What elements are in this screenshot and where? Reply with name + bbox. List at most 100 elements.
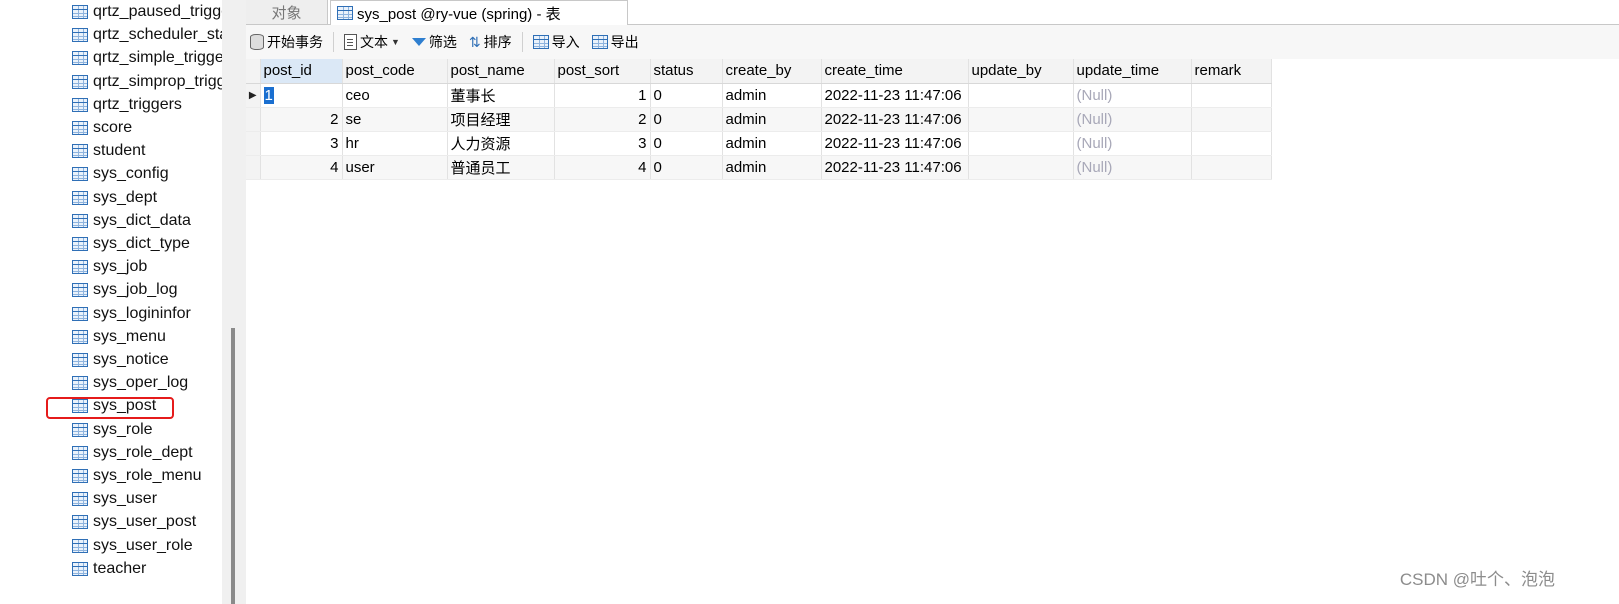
cell-post-name[interactable]: 项目经理 (447, 107, 555, 132)
column-header-post-id[interactable]: post_id (260, 59, 343, 84)
table-icon (72, 538, 88, 553)
cell-status[interactable]: 0 (650, 107, 723, 132)
cell-update-time[interactable]: (Null) (1073, 131, 1192, 156)
cell-post-name[interactable]: 董事长 (447, 83, 555, 108)
sidebar-item-sys-dict-data[interactable]: sys_dict_data (72, 209, 191, 233)
cell-create-by[interactable]: admin (722, 131, 822, 156)
sidebar-item-sys-job-log[interactable]: sys_job_log (72, 278, 178, 302)
cell-remark[interactable] (1191, 131, 1272, 156)
sidebar-item-score[interactable]: score (72, 116, 132, 140)
cell-post-id[interactable]: 4 (260, 155, 343, 180)
table-row[interactable]: 4 user 普通员工 4 0 admin 2022-11-23 11:47:06 (Null… (246, 155, 1272, 180)
sidebar-item-sys-menu[interactable]: sys_menu (72, 325, 166, 349)
cell-create-time[interactable]: 2022-11-23 11:47:06 (821, 131, 969, 156)
table-row[interactable]: 3 hr 人力资源 3 0 admin 2022-11-23 11:47:06 (Null) (246, 131, 1272, 156)
table-icon (72, 260, 88, 275)
cell-post-code[interactable]: se (342, 107, 448, 132)
column-header-post-sort[interactable]: post_sort (554, 59, 651, 84)
cell-create-time[interactable]: 2022-11-23 11:47:06 (821, 107, 969, 132)
column-header-create-time[interactable]: create_time (821, 59, 969, 84)
sidebar-item-sys-role-dept[interactable]: sys_role_dept (72, 441, 193, 465)
row-header[interactable] (246, 131, 261, 156)
row-header[interactable] (246, 155, 261, 180)
column-header-create-by[interactable]: create_by (722, 59, 822, 84)
sidebar-item-label: qrtz_paused_trigge (93, 3, 230, 20)
sidebar-item-student[interactable]: student (72, 139, 145, 163)
cell-update-time[interactable]: (Null) (1073, 155, 1192, 180)
cell-post-code[interactable]: user (342, 155, 448, 180)
import-button[interactable]: 导入 (529, 30, 584, 54)
cell-post-id[interactable]: 3 (260, 131, 343, 156)
sidebar-item-qrtz-simprop-trigg[interactable]: qrtz_simprop_trigg (72, 70, 226, 94)
cell-post-sort[interactable]: 4 (554, 155, 651, 180)
column-header-status[interactable]: status (650, 59, 723, 84)
sidebar-item-sys-oper-log[interactable]: sys_oper_log (72, 371, 188, 395)
cell-create-by[interactable]: admin (722, 155, 822, 180)
cell-status[interactable]: 0 (650, 131, 723, 156)
cell-post-sort[interactable]: 3 (554, 131, 651, 156)
cell-post-sort[interactable]: 1 (554, 83, 651, 108)
cell-update-by[interactable] (968, 131, 1074, 156)
begin-transaction-button[interactable]: 开始事务 (246, 30, 327, 54)
current-row-arrow-icon: ▶ (248, 89, 257, 101)
cell-status[interactable]: 0 (650, 155, 723, 180)
cell-post-id[interactable]: 1 (260, 83, 343, 108)
column-header-update-time[interactable]: update_time (1073, 59, 1192, 84)
column-header-update-by[interactable]: update_by (968, 59, 1074, 84)
cell-create-by[interactable]: admin (722, 83, 822, 108)
cell-post-name[interactable]: 普通员工 (447, 155, 555, 180)
cell-update-time[interactable]: (Null) (1073, 107, 1192, 132)
table-row[interactable]: 2 se 项目经理 2 0 admin 2022-11-23 11:47:06 (Null) (246, 107, 1272, 132)
sort-button[interactable]: ⇅ 排序 (465, 30, 516, 54)
sidebar-item-qrtz-simple-trigge[interactable]: qrtz_simple_trigge (72, 46, 224, 70)
cell-create-time[interactable]: 2022-11-23 11:47:06 (821, 155, 969, 180)
sidebar-item-teacher[interactable]: teacher (72, 557, 146, 581)
document-icon (344, 34, 357, 50)
sidebar-item-qrtz-triggers[interactable]: qrtz_triggers (72, 93, 182, 117)
tab-objects[interactable]: 对象 (246, 0, 328, 24)
sidebar-item-sys-job[interactable]: sys_job (72, 255, 147, 279)
sidebar-item-sys-user-role[interactable]: sys_user_role (72, 534, 193, 558)
cell-remark[interactable] (1191, 83, 1272, 108)
tab-sys-post[interactable]: sys_post @ry-vue (spring) - 表 (330, 0, 628, 25)
sidebar-scrollbar-thumb[interactable] (231, 328, 235, 604)
sidebar-item-sys-dept[interactable]: sys_dept (72, 186, 157, 210)
sys-post-highlight-box (46, 397, 174, 419)
sidebar-item-qrtz-paused-trigge[interactable]: qrtz_paused_trigge (72, 0, 230, 24)
sidebar-item-sys-role-menu[interactable]: sys_role_menu (72, 464, 202, 488)
table-icon (72, 561, 88, 576)
cell-post-code[interactable]: hr (342, 131, 448, 156)
row-header[interactable]: ▶ (246, 83, 261, 108)
cell-status[interactable]: 0 (650, 83, 723, 108)
cell-remark[interactable] (1191, 107, 1272, 132)
column-header-post-code[interactable]: post_code (342, 59, 448, 84)
cell-remark[interactable] (1191, 155, 1272, 180)
filter-button[interactable]: 筛选 (408, 30, 461, 54)
cell-create-by[interactable]: admin (722, 107, 822, 132)
sidebar-item-sys-dict-type[interactable]: sys_dict_type (72, 232, 190, 256)
cell-update-by[interactable] (968, 107, 1074, 132)
sidebar-item-sys-logininfor[interactable]: sys_logininfor (72, 302, 191, 326)
sidebar-item-sys-user[interactable]: sys_user (72, 487, 157, 511)
sidebar-item-sys-user-post[interactable]: sys_user_post (72, 510, 196, 534)
cell-post-code[interactable]: ceo (342, 83, 448, 108)
column-header-remark[interactable]: remark (1191, 59, 1272, 84)
export-button[interactable]: 导出 (588, 30, 643, 54)
sidebar-item-sys-notice[interactable]: sys_notice (72, 348, 169, 372)
sidebar-item-label: sys_job (93, 258, 148, 276)
sidebar-item-sys-role[interactable]: sys_role (72, 418, 153, 442)
cell-update-by[interactable] (968, 83, 1074, 108)
sidebar-item-sys-config[interactable]: sys_config (72, 162, 169, 186)
sidebar-item-qrtz-scheduler-sta[interactable]: qrtz_scheduler_sta (72, 23, 228, 47)
cell-update-time[interactable]: (Null) (1073, 83, 1192, 108)
column-header-post-name[interactable]: post_name (447, 59, 555, 84)
cell-create-time[interactable]: 2022-11-23 11:47:06 (821, 83, 969, 108)
table-icon (72, 144, 88, 159)
cell-update-by[interactable] (968, 155, 1074, 180)
text-button[interactable]: 文本 ▼ (340, 30, 404, 54)
table-row[interactable]: ▶ 1 ceo 董事长 1 0 admin 2022-11-23 11:47:06 (Null) (246, 83, 1272, 108)
row-header[interactable] (246, 107, 261, 132)
cell-post-id[interactable]: 2 (260, 107, 343, 132)
cell-post-sort[interactable]: 2 (554, 107, 651, 132)
cell-post-name[interactable]: 人力资源 (447, 131, 555, 156)
